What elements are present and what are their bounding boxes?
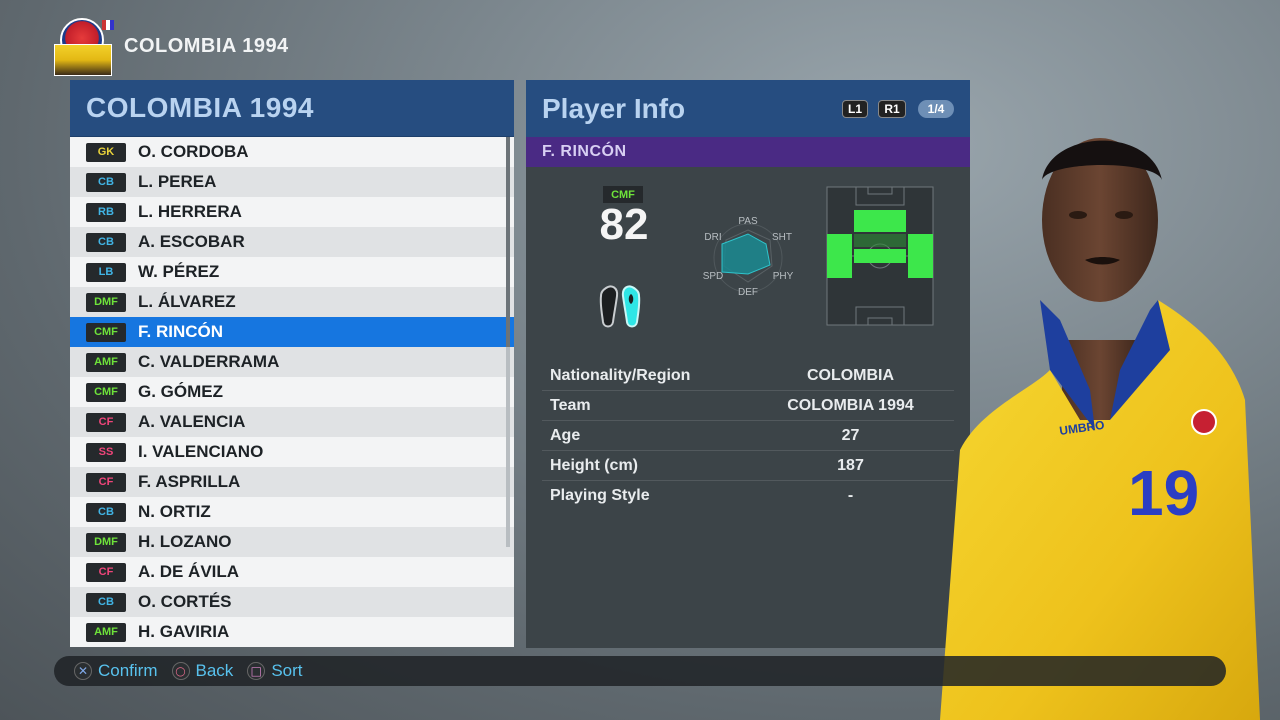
cross-icon: ✕: [74, 662, 92, 680]
jersey-number: 19: [1128, 457, 1199, 529]
player-row[interactable]: CF A. DE ÁVILA: [70, 557, 514, 587]
position-badge: CB: [86, 232, 126, 252]
radar-label-sht: SHT: [772, 232, 792, 243]
position-badge: GK: [86, 142, 126, 162]
player-row[interactable]: SS I. VALENCIANO: [70, 437, 514, 467]
player-name: H. GAVIRIA: [138, 622, 230, 641]
player-row[interactable]: GK O. CORDOBA: [70, 137, 514, 167]
player-name: F. RINCÓN: [542, 143, 627, 160]
position-badge: AMF: [86, 352, 126, 372]
info-label: Nationality/Region: [550, 366, 691, 384]
player-name: A. ESCOBAR: [138, 232, 245, 251]
roster-title: COLOMBIA 1994: [86, 92, 314, 123]
roster-panel: COLOMBIA 1994 GK O. CORDOBA CB L. PEREA RB L.…: [70, 80, 514, 648]
top-header: COLOMBIA 1994: [52, 14, 289, 78]
info-title: Player Info: [542, 92, 686, 124]
player-row[interactable]: CMF F. RINCÓN: [70, 317, 514, 347]
player-name: F. ASPRILLA: [138, 472, 241, 491]
page-title: COLOMBIA 1994: [124, 34, 289, 57]
player-name: L. PEREA: [138, 172, 217, 191]
r1-button[interactable]: R1: [878, 100, 906, 118]
info-label: Playing Style: [550, 487, 650, 504]
player-row[interactable]: CF A. VALENCIA: [70, 407, 514, 437]
player-name: N. ORTIZ: [138, 502, 211, 521]
overall-rating: 82: [599, 200, 649, 249]
position-badge: CB: [86, 592, 126, 612]
player-row[interactable]: DMF L. ÁLVAREZ: [70, 287, 514, 317]
position-badge: AMF: [86, 622, 126, 642]
player-row[interactable]: DMF H. LOZANO: [70, 527, 514, 557]
info-label: Team: [550, 396, 591, 414]
roster-list: GK O. CORDOBA CB L. PEREA RB L. HERRERA CB A. E…: [70, 137, 514, 647]
preferred-foot-icon: [599, 285, 641, 328]
player-name: W. PÉREZ: [138, 262, 220, 281]
ability-radar-chart: PAS SHT PHY DEF SPD DRI: [703, 216, 794, 298]
radar-label-phy: PHY: [773, 271, 794, 282]
position-badge: DMF: [86, 292, 126, 312]
player-name: O. CORTÉS: [138, 592, 232, 611]
player-name: H. LOZANO: [138, 532, 232, 551]
info-row: Team COLOMBIA 1994: [542, 391, 954, 421]
l1-button[interactable]: L1: [842, 100, 868, 118]
player-row[interactable]: CB N. ORTIZ: [70, 497, 514, 527]
hint-label: Sort: [271, 661, 303, 680]
position-badge: CB: [86, 502, 126, 522]
player-row[interactable]: RB L. HERRERA: [70, 197, 514, 227]
position-badge: SS: [86, 442, 126, 462]
hint-back[interactable]: ○ Back: [171, 661, 234, 681]
radar-label-dri: DRI: [704, 232, 721, 243]
square-icon: □: [247, 662, 266, 680]
position-badge: DMF: [86, 532, 126, 552]
player-row[interactable]: AMF H. GAVIRIA: [70, 617, 514, 647]
player-row[interactable]: CB L. PEREA: [70, 167, 514, 197]
player-portrait: UMBRO 19: [940, 138, 1260, 720]
team-emblem: [52, 16, 114, 76]
position-badge: CMF: [86, 322, 126, 342]
button-hint-bar: ✕ Confirm ○ Back □ Sort: [54, 656, 1226, 686]
hint-sort[interactable]: □ Sort: [247, 661, 303, 681]
player-name: A. VALENCIA: [138, 412, 246, 431]
hint-confirm[interactable]: ✕ Confirm: [74, 661, 158, 681]
info-row: Playing Style -: [542, 481, 954, 511]
info-row: Height (cm) 187: [542, 451, 954, 481]
position-badge: RB: [86, 202, 126, 222]
player-row[interactable]: CF F. ASPRILLA: [70, 467, 514, 497]
position-badge: CMF: [86, 382, 126, 402]
circle-icon: ○: [171, 662, 190, 680]
info-row: Age 27: [542, 421, 954, 451]
player-name: L. HERRERA: [138, 202, 242, 221]
player-row[interactable]: AMF C. VALDERRAMA: [70, 347, 514, 377]
info-label: Height (cm): [550, 456, 638, 474]
player-name: O. CORDOBA: [138, 142, 249, 161]
position-badge: LB: [86, 262, 126, 282]
radar-label-spd: SPD: [703, 271, 724, 282]
player-row[interactable]: LB W. PÉREZ: [70, 257, 514, 287]
hint-label: Back: [195, 661, 234, 680]
info-table: Nationality/Region COLOMBIA Team COLOMBIA 1…: [542, 361, 954, 511]
position-badge: CF: [86, 412, 126, 432]
roster-header: COLOMBIA 1994: [70, 80, 514, 137]
player-name: G. GÓMEZ: [138, 382, 223, 401]
player-name: C. VALDERRAMA: [138, 352, 280, 371]
position-badge: CF: [86, 562, 126, 582]
radar-label-def: DEF: [738, 287, 758, 298]
player-name: L. ÁLVAREZ: [138, 292, 236, 311]
player-name: A. DE ÁVILA: [138, 562, 240, 581]
info-label: Age: [550, 426, 581, 444]
position-badge: CB: [86, 172, 126, 192]
roster-scroll-thumb[interactable]: [506, 137, 510, 347]
player-name: F. RINCÓN: [138, 322, 223, 341]
player-row[interactable]: CB O. CORTÉS: [70, 587, 514, 617]
page-indicator: 1/4: [918, 100, 954, 118]
radar-label-pas: PAS: [738, 216, 758, 227]
player-name: I. VALENCIANO: [138, 442, 264, 461]
player-row[interactable]: CB A. ESCOBAR: [70, 227, 514, 257]
hint-label: Confirm: [98, 661, 158, 680]
info-row: Nationality/Region COLOMBIA: [542, 361, 954, 391]
position-badge: CF: [86, 472, 126, 492]
player-row[interactable]: CMF G. GÓMEZ: [70, 377, 514, 407]
